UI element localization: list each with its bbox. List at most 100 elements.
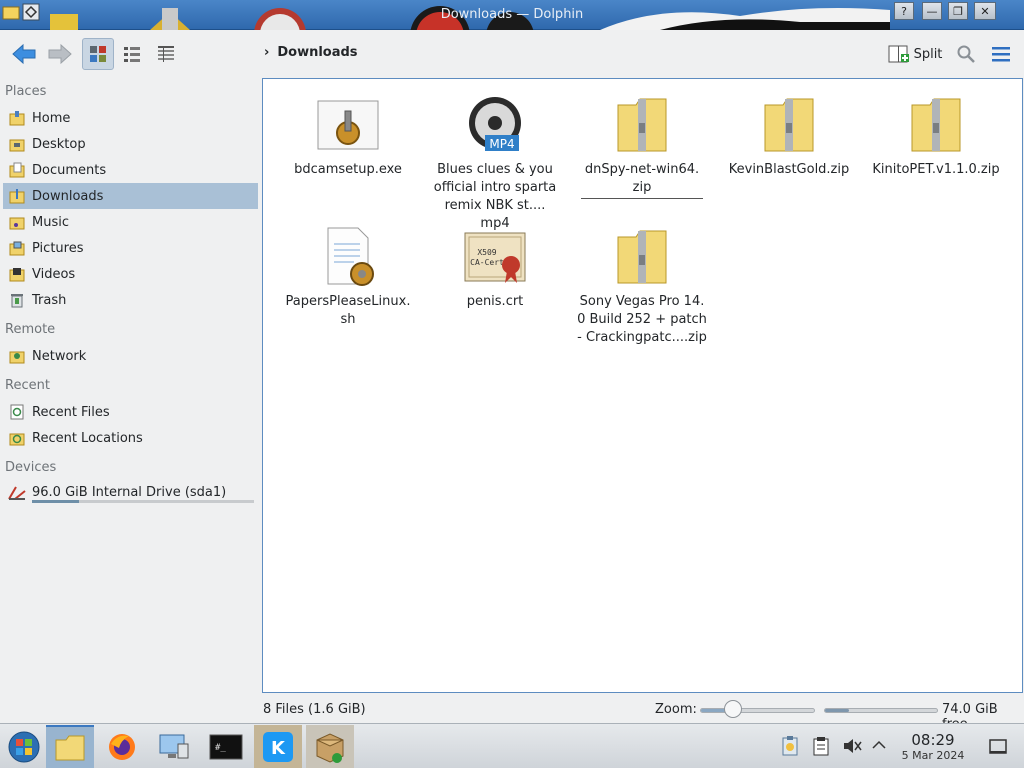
zip-folder-icon xyxy=(610,93,674,157)
toolbar: › Downloads Split xyxy=(0,30,1024,78)
icons-view-button[interactable] xyxy=(82,38,114,70)
task-system-settings[interactable] xyxy=(150,725,198,768)
file-name: KinitoPET.v1.1.0.zip xyxy=(872,162,1000,177)
shell-script-icon xyxy=(316,225,380,289)
window-title: Downloads — Dolphin xyxy=(440,7,584,22)
sidebar-item-downloads[interactable]: Downloads xyxy=(3,183,258,209)
sidebar-item-documents[interactable]: Documents xyxy=(3,157,258,183)
details-list-icon xyxy=(158,46,174,62)
volume-muted-icon[interactable] xyxy=(842,736,862,756)
sidebar-item-recent-locations[interactable]: Recent Locations xyxy=(3,425,258,451)
file-kinitopet-zip[interactable]: KinitoPET.v1.1.0.zip xyxy=(866,93,1006,179)
section-recent: Recent xyxy=(5,378,50,393)
split-view-icon xyxy=(888,45,909,63)
zoom-slider-handle[interactable] xyxy=(724,700,742,718)
package-box-icon xyxy=(316,732,344,763)
file-count: 8 Files (1.6 GiB) xyxy=(263,702,366,717)
start-orb-icon xyxy=(8,731,40,762)
desktop-folder-icon xyxy=(7,134,27,154)
file-name: KevinBlastGold.zip xyxy=(728,162,850,177)
task-file-manager[interactable] xyxy=(46,725,94,768)
breadcrumb[interactable]: › Downloads xyxy=(264,45,358,60)
sidebar-item-pictures[interactable]: Pictures xyxy=(3,235,258,261)
videos-folder-icon xyxy=(7,264,27,284)
zip-folder-icon xyxy=(904,93,968,157)
file-sony-vegas-zip[interactable]: Sony Vegas Pro 14. 0 Build 252 + patch - C… xyxy=(572,225,712,347)
sidebar-item-network[interactable]: Network xyxy=(3,343,258,369)
file-view[interactable]: bdcamsetup.exe MP4 Blues clues & you offi… xyxy=(262,78,1023,693)
places-panel: Places Home Desktop Documents Downloads … xyxy=(0,78,262,698)
svg-text:CA-Cert: CA-Cert xyxy=(470,258,504,267)
file-name: penis.crt xyxy=(466,294,524,309)
close-button[interactable]: ✕ xyxy=(974,2,996,20)
task-terminal[interactable]: #_ xyxy=(202,725,250,768)
maximize-button[interactable]: ❐ xyxy=(948,2,968,20)
trash-icon xyxy=(7,290,27,310)
split-button[interactable]: Split xyxy=(886,38,944,70)
chevron-up-icon[interactable] xyxy=(872,740,886,750)
free-space-bar xyxy=(824,708,938,713)
sidebar-item-desktop[interactable]: Desktop xyxy=(3,131,258,157)
file-name: Blues clues & you official intro sparta re… xyxy=(433,162,557,231)
sidebar-item-music[interactable]: Music xyxy=(3,209,258,235)
clock-date: 5 Mar 2024 xyxy=(901,749,965,762)
taskbar: #_ K 08:29 5 Mar 2024 xyxy=(0,723,1024,768)
split-label: Split xyxy=(913,46,943,62)
file-dnspy-zip[interactable]: dnSpy-net-win64. zip xyxy=(572,93,712,199)
minimize-button[interactable]: — xyxy=(922,2,942,20)
clock-time: 08:29 xyxy=(911,731,955,749)
show-desktop-icon[interactable] xyxy=(988,738,1008,756)
svg-text:X509: X509 xyxy=(477,248,496,257)
sidebar-item-home[interactable]: Home xyxy=(3,105,258,131)
zip-folder-icon xyxy=(757,93,821,157)
hamburger-menu-button[interactable] xyxy=(988,38,1014,70)
title-bar: Downloads — Dolphin ? — ❐ ✕ xyxy=(0,0,1024,30)
network-folder-icon xyxy=(7,346,27,366)
clipboard-tray-icon[interactable] xyxy=(780,735,800,757)
file-papersplease-sh[interactable]: PapersPleaseLinux. sh xyxy=(278,225,418,329)
status-bar: 8 Files (1.6 GiB) Zoom: 74.0 GiB free xyxy=(0,697,1024,732)
downloads-folder-icon xyxy=(7,186,27,206)
recent-locations-icon xyxy=(7,428,27,448)
pictures-folder-icon xyxy=(7,238,27,258)
file-kevinblastgold-zip[interactable]: KevinBlastGold.zip xyxy=(719,93,859,179)
terminal-icon: #_ xyxy=(209,734,243,759)
chevron-right-icon: › xyxy=(264,45,270,60)
file-bdcamsetup-exe[interactable]: bdcamsetup.exe xyxy=(278,93,418,179)
home-folder-icon xyxy=(7,108,27,128)
breadcrumb-current: Downloads xyxy=(277,45,358,60)
search-icon xyxy=(957,45,975,63)
help-button[interactable]: ? xyxy=(894,2,914,20)
folder-icon xyxy=(55,735,85,760)
section-places: Places xyxy=(5,84,47,99)
task-firefox[interactable] xyxy=(98,725,146,768)
search-button[interactable] xyxy=(954,38,978,70)
file-name: dnSpy-net-win64. zip xyxy=(572,161,712,199)
hard-drive-icon xyxy=(7,482,27,502)
sidebar-item-trash[interactable]: Trash xyxy=(3,287,258,313)
sidebar-item-recent-files[interactable]: Recent Files xyxy=(3,399,258,425)
task-kde-app[interactable]: K xyxy=(254,725,302,768)
free-space-fill xyxy=(825,709,849,712)
exe-installer-icon xyxy=(316,93,380,157)
clock[interactable]: 08:29 5 Mar 2024 xyxy=(896,731,970,763)
arrow-right-icon xyxy=(48,43,72,65)
compact-view-button[interactable] xyxy=(116,38,148,70)
compact-list-icon xyxy=(124,47,140,62)
file-penis-crt[interactable]: X509 CA-Cert penis.crt xyxy=(425,225,565,311)
file-name: PapersPleaseLinux. sh xyxy=(285,294,411,327)
section-devices: Devices xyxy=(5,460,57,475)
zoom-slider[interactable] xyxy=(700,708,815,713)
svg-text:K: K xyxy=(271,738,286,759)
task-package-installer[interactable] xyxy=(306,725,354,768)
sidebar-item-videos[interactable]: Videos xyxy=(3,261,258,287)
notes-tray-icon[interactable] xyxy=(812,736,830,756)
zoom-label: Zoom: xyxy=(655,702,697,717)
recent-files-icon xyxy=(7,402,27,422)
details-view-button[interactable] xyxy=(150,38,182,70)
back-button[interactable] xyxy=(8,38,40,70)
grid-view-icon xyxy=(90,46,106,62)
start-menu-button[interactable] xyxy=(0,725,48,768)
file-blues-clues-mp4[interactable]: MP4 Blues clues & you official intro spar… xyxy=(425,93,565,233)
forward-button[interactable] xyxy=(44,38,76,70)
